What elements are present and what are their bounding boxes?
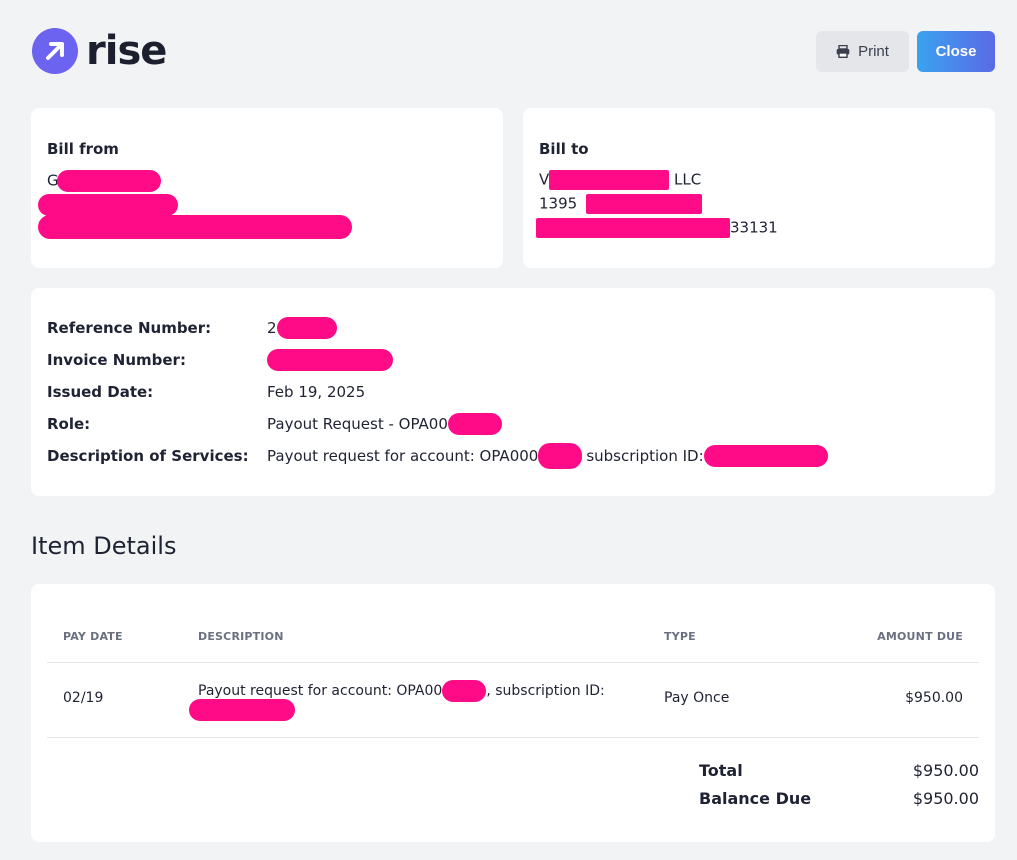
- bill-from-label: Bill from: [47, 140, 119, 158]
- role-text: Payout Request - OPA00: [267, 415, 448, 433]
- redaction: [276, 317, 337, 339]
- issued-date-label: Issued Date:: [47, 383, 154, 401]
- issued-date-row: Issued Date: Feb 19, 2025: [47, 380, 365, 404]
- rise-logo-icon: [32, 28, 78, 74]
- printer-icon: [836, 45, 850, 58]
- redaction: [585, 194, 702, 214]
- redaction: [536, 218, 730, 238]
- role-value: Payout Request - OPA00: [267, 413, 502, 435]
- row-pay-date: 02/19: [63, 690, 104, 706]
- column-header-type: TYPE: [664, 630, 696, 643]
- row-subscription-label: , subscription ID:: [486, 683, 605, 699]
- print-button-label: Print: [858, 43, 889, 60]
- column-header-amount-due: AMOUNT DUE: [877, 630, 963, 643]
- bill-to-name-prefix: V: [539, 170, 550, 189]
- redaction: [267, 349, 393, 371]
- description-of-services-value: Payout request for account: OPA000 subscr…: [267, 443, 828, 469]
- row-type: Pay Once: [664, 690, 730, 706]
- row-amount: $950.00: [905, 690, 963, 706]
- redaction: [538, 443, 583, 469]
- role-label: Role:: [47, 415, 91, 433]
- redaction: [549, 170, 670, 190]
- bill-to-zip: 33131: [730, 218, 778, 237]
- reference-number-value: 2: [267, 317, 337, 339]
- page-header: rise Print Close: [32, 28, 995, 74]
- invoice-number-label: Invoice Number:: [47, 351, 186, 369]
- bill-to-name-suffix: LLC: [674, 170, 702, 189]
- total-value: $950.00: [912, 761, 979, 780]
- bill-from-line-3: [38, 215, 352, 239]
- reference-card: Reference Number: 2 Invoice Number: Issu…: [31, 288, 995, 496]
- redaction: [38, 215, 352, 239]
- bill-to-line-2: 1395: [539, 194, 702, 214]
- item-details-title: Item Details: [31, 532, 177, 560]
- invoice-number-row: Invoice Number:: [47, 348, 393, 372]
- divider: [47, 662, 979, 663]
- redaction: [56, 170, 161, 192]
- redaction: [447, 413, 502, 435]
- bill-to-line-1: V LLC: [539, 170, 701, 190]
- reference-number-label: Reference Number:: [47, 319, 212, 337]
- redaction: [189, 699, 295, 721]
- reference-number-row: Reference Number: 2: [47, 316, 337, 340]
- bill-to-street-number: 1395: [539, 194, 578, 213]
- close-button[interactable]: Close: [917, 31, 995, 72]
- bill-from-card: Bill from G: [31, 108, 503, 268]
- bill-to-card: Bill to V LLC 1395 33131: [523, 108, 995, 268]
- description-text: Payout request for account: OPA000: [267, 447, 539, 465]
- column-header-description: DESCRIPTION: [198, 630, 284, 643]
- print-button[interactable]: Print: [816, 31, 909, 72]
- redaction: [703, 445, 828, 467]
- role-row: Role: Payout Request - OPA00: [47, 412, 502, 436]
- invoice-number-value: [267, 349, 393, 371]
- description-of-services-row: Description of Services: Payout request …: [47, 443, 828, 469]
- divider: [47, 737, 979, 738]
- row-description-text: Payout request for account: OPA00: [198, 683, 443, 699]
- balance-due-label: Balance Due: [699, 789, 812, 808]
- row-description-line-2: [189, 699, 295, 721]
- total-label: Total: [699, 761, 743, 780]
- brand-name: rise: [86, 28, 167, 74]
- issued-date-value: Feb 19, 2025: [267, 383, 366, 401]
- subscription-id-label: subscription ID:: [586, 447, 704, 465]
- redaction: [442, 680, 487, 702]
- rise-logo[interactable]: rise: [32, 28, 167, 74]
- column-header-pay-date: PAY DATE: [63, 630, 123, 643]
- item-details-card: PAY DATE DESCRIPTION TYPE AMOUNT DUE 02/…: [31, 584, 995, 842]
- bill-to-line-3: 33131: [536, 218, 778, 238]
- reference-number-text: 2: [267, 319, 277, 337]
- description-of-services-label: Description of Services:: [47, 447, 249, 465]
- balance-due-value: $950.00: [912, 789, 979, 808]
- bill-from-line-1: G: [47, 170, 161, 192]
- redaction: [38, 194, 178, 216]
- bill-from-line-2: [38, 194, 178, 216]
- bill-to-label: Bill to: [539, 140, 589, 158]
